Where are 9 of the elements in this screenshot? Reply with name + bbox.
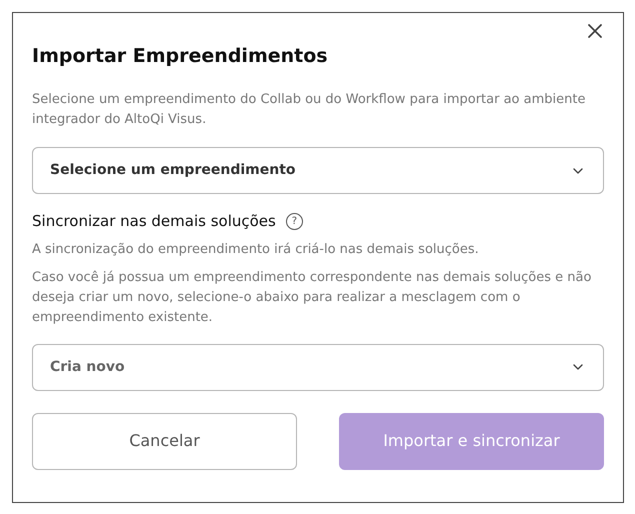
details-text: Caso você já possua um empreendimento correspondente nas demais soluções e não deseja criar um novo, selecione-o abaixo para realizar a mesclagem com o empreendimento existente. (32, 268, 592, 326)
dialog-title: Importar Empreendimentos (32, 44, 329, 69)
section-heading: Sincronizar nas demais soluções (32, 211, 276, 232)
description: Selecione um empreendimento do Collab ou do Workflow para importar ao ambiente integrador do AltoQi Visus. (32, 91, 586, 129)
info-text: A sincronização do empreendimento irá criá-lo nas demais soluções. (32, 240, 480, 258)
dropdown[interactable]: Selecione um empreendimento (32, 147, 604, 194)
action-button[interactable]: Cancelar (32, 412, 297, 470)
help-icon[interactable]: ? (286, 212, 303, 230)
dropdown[interactable]: Cria novo (32, 344, 604, 390)
